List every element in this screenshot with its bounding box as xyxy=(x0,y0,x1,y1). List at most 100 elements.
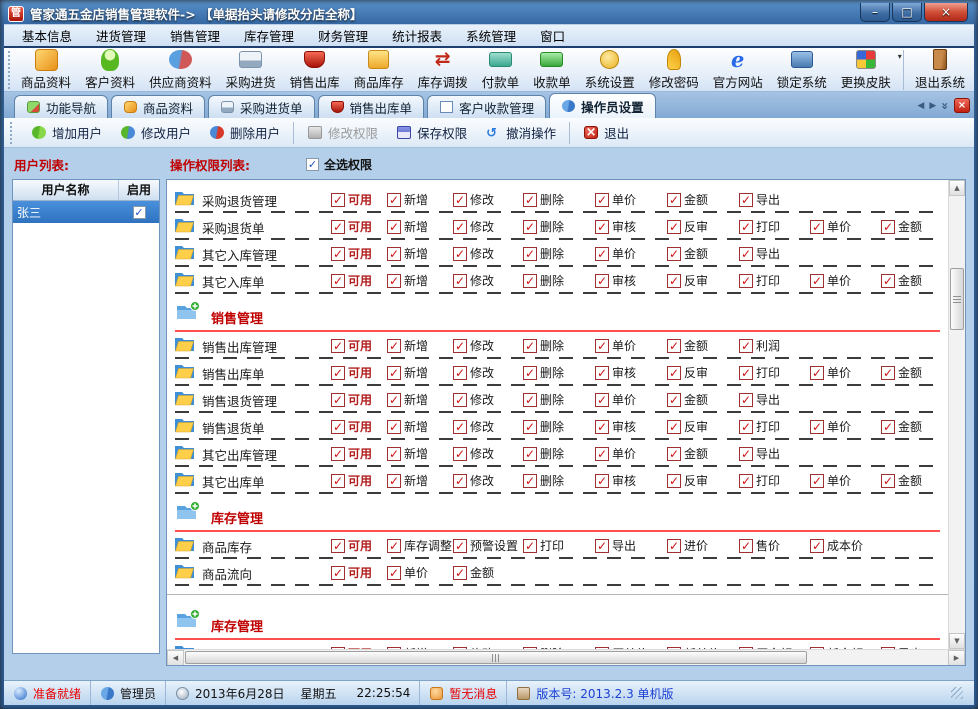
menu-item-基本信息[interactable]: 基本信息 xyxy=(10,24,84,47)
toolbar-button-销售出库[interactable]: 销售出库 xyxy=(283,48,347,92)
checkbox-checked-icon[interactable]: ✓ xyxy=(810,219,824,234)
menu-item-窗口[interactable]: 窗口 xyxy=(528,24,577,47)
permission-checkbox-可用[interactable]: ✓可用 xyxy=(331,445,372,462)
toolbar-button-采购进货[interactable]: 采购进货 xyxy=(219,48,283,92)
checkbox-checked-icon[interactable]: ✓ xyxy=(523,192,537,207)
menu-item-财务管理[interactable]: 财务管理 xyxy=(306,24,380,47)
permission-checkbox-打印[interactable]: ✓ 打印 xyxy=(739,472,780,489)
checkbox-checked-icon[interactable]: ✓ xyxy=(331,446,345,461)
checkbox-checked-icon[interactable]: ✓ xyxy=(595,365,609,380)
checkbox-checked-icon[interactable]: ✓ xyxy=(667,392,681,407)
permission-checkbox-可用[interactable]: ✓可用 xyxy=(331,191,372,208)
permission-checkbox-新增[interactable]: ✓新增 xyxy=(387,218,428,235)
checkbox-checked-icon[interactable]: ✓ xyxy=(523,473,537,488)
permission-checkbox-金额[interactable]: ✓ 金额 xyxy=(881,364,922,381)
minimize-button[interactable]: – xyxy=(860,2,890,22)
permission-checkbox-可用[interactable]: ✓可用 xyxy=(331,537,372,554)
scroll-down-icon[interactable]: ▼ xyxy=(949,633,965,649)
checkbox-checked-icon[interactable]: ✓ xyxy=(810,273,824,288)
user-name-column-header[interactable]: 用户名称 xyxy=(13,180,119,200)
checkbox-checked-icon[interactable]: ✓ xyxy=(810,538,824,553)
checkbox-checked-icon[interactable]: ✓ xyxy=(667,419,681,434)
checkbox-checked-icon[interactable]: ✓ xyxy=(667,192,681,207)
checkbox-checked-icon[interactable]: ✓ xyxy=(739,273,753,288)
checkbox-checked-icon[interactable]: ✓ xyxy=(523,538,537,553)
permission-checkbox-单价[interactable]: ✓ 单价 xyxy=(810,364,851,381)
checkbox-checked-icon[interactable]: ✓ xyxy=(881,365,895,380)
tab-销售出库单[interactable]: 销售出库单 xyxy=(317,95,425,118)
checkbox-checked-icon[interactable]: ✓ xyxy=(331,246,345,261)
tab-close-icon[interactable]: × xyxy=(954,98,970,113)
checkbox-checked-icon[interactable]: ✓ xyxy=(667,246,681,261)
permission-checkbox-删除[interactable]: ✓删除 xyxy=(523,272,564,289)
checkbox-checked-icon[interactable]: ✓ xyxy=(331,192,345,207)
action-button-撤消操作[interactable]: ↺ 撤消操作 xyxy=(476,120,565,145)
checkbox-checked-icon[interactable]: ✓ xyxy=(453,565,467,580)
action-button-删除用户[interactable]: 删除用户 xyxy=(200,120,289,145)
checkbox-checked-icon[interactable]: ✓ xyxy=(453,473,467,488)
tab-商品资料[interactable]: 商品资料 xyxy=(111,95,206,118)
checkbox-checked-icon[interactable]: ✓ xyxy=(667,446,681,461)
permission-checkbox-金额[interactable]: ✓ 金额 xyxy=(453,564,494,581)
menu-item-库存管理[interactable]: 库存管理 xyxy=(232,24,306,47)
permission-row[interactable]: 库存调拨管理✓可用✓新增✓修改✓删除✓原单价✓新单价✓原金额✓新金额✓导出 xyxy=(175,641,948,649)
permission-checkbox-单价[interactable]: ✓ 单价 xyxy=(810,218,851,235)
select-all-permissions[interactable]: ✓ 全选权限 xyxy=(306,156,372,173)
checkbox-checked-icon[interactable]: ✓ xyxy=(387,365,401,380)
permission-checkbox-审核[interactable]: ✓ 审核 xyxy=(595,472,636,489)
permission-row[interactable]: 销售出库单 ✓ 可用 ✓ 新增 ✓ 修改 ✓ 删除 ✓ 审核 ✓ 反审 ✓ 打印 ✓ 单价 ✓ 金额 xyxy=(175,360,948,387)
permission-checkbox-单价[interactable]: ✓ 单价 xyxy=(595,245,636,262)
permission-checkbox-新增[interactable]: ✓新增 xyxy=(387,364,428,381)
permission-checkbox-删除[interactable]: ✓删除 xyxy=(523,418,564,435)
menu-item-统计报表[interactable]: 统计报表 xyxy=(380,24,454,47)
permission-checkbox-单价[interactable]: ✓ 单价 xyxy=(387,564,428,581)
checkbox-checked-icon[interactable]: ✓ xyxy=(387,538,401,553)
toolbar-button-官方网站[interactable]: e 官方网站 xyxy=(706,48,770,92)
checkbox-checked-icon[interactable]: ✓ xyxy=(387,219,401,234)
permission-checkbox-可用[interactable]: ✓可用 xyxy=(331,245,372,262)
checkbox-checked-icon[interactable]: ✓ xyxy=(667,219,681,234)
checkbox-checked-icon[interactable]: ✓ xyxy=(881,473,895,488)
checkbox-checked-icon[interactable]: ✓ xyxy=(739,219,753,234)
checkbox-checked-icon[interactable]: ✓ xyxy=(387,446,401,461)
permission-checkbox-打印[interactable]: ✓ 打印 xyxy=(739,418,780,435)
permission-checkbox-利润[interactable]: ✓ 利润 xyxy=(739,337,780,354)
permission-checkbox-预警设置[interactable]: ✓ 预警设置 xyxy=(453,537,518,554)
permission-checkbox-金额[interactable]: ✓ 金额 xyxy=(667,191,708,208)
checkbox-checked-icon[interactable]: ✓ xyxy=(453,273,467,288)
checkbox-checked-icon[interactable]: ✓ xyxy=(387,273,401,288)
checkbox-checked-icon[interactable]: ✓ xyxy=(523,446,537,461)
horizontal-scrollbar[interactable]: ◀ ▶ xyxy=(167,649,965,665)
permission-checkbox-可用[interactable]: ✓可用 xyxy=(331,337,372,354)
checkbox-checked-icon[interactable]: ✓ xyxy=(523,219,537,234)
vertical-scrollbar[interactable]: ▲ ▼ xyxy=(948,180,965,649)
checkbox-checked-icon[interactable]: ✓ xyxy=(453,192,467,207)
permission-checkbox-金额[interactable]: ✓ 金额 xyxy=(667,245,708,262)
permission-checkbox-可用[interactable]: ✓可用 xyxy=(331,564,372,581)
toolbar-button-更换皮肤[interactable]: 更换皮肤 ▾ xyxy=(834,48,902,92)
tab-操作员设置[interactable]: 操作员设置 xyxy=(549,93,656,118)
tab-overflow-icon[interactable]: » xyxy=(938,102,952,110)
checkbox-checked-icon[interactable]: ✓ xyxy=(331,473,345,488)
action-button-修改权限[interactable]: 修改权限 xyxy=(298,120,387,145)
checkbox-checked-icon[interactable]: ✓ xyxy=(667,473,681,488)
permission-checkbox-删除[interactable]: ✓删除 xyxy=(523,364,564,381)
checkbox-checked-icon[interactable]: ✓ xyxy=(387,392,401,407)
permission-checkbox-新增[interactable]: ✓新增 xyxy=(387,418,428,435)
permission-checkbox-单价[interactable]: ✓ 单价 xyxy=(810,418,851,435)
checkbox-checked-icon[interactable]: ✓ xyxy=(331,365,345,380)
permission-checkbox-导出[interactable]: ✓导出 xyxy=(739,191,780,208)
checkbox-checked-icon[interactable]: ✓ xyxy=(331,273,345,288)
tab-客户收款管理[interactable]: 客户收款管理 xyxy=(427,95,547,118)
checkbox-checked-icon[interactable]: ✓ xyxy=(595,538,609,553)
permission-checkbox-反审[interactable]: ✓ 反审 xyxy=(667,218,708,235)
permission-checkbox-修改[interactable]: ✓修改 xyxy=(453,191,494,208)
checkbox-checked-icon[interactable]: ✓ xyxy=(595,192,609,207)
permission-checkbox-可用[interactable]: ✓可用 xyxy=(331,418,372,435)
permission-checkbox-金额[interactable]: ✓ 金额 xyxy=(667,337,708,354)
permission-checkbox-可用[interactable]: ✓可用 xyxy=(331,391,372,408)
tab-功能导航[interactable]: 功能导航 xyxy=(14,95,109,118)
checkbox-checked-icon[interactable]: ✓ xyxy=(739,446,753,461)
close-button[interactable]: × xyxy=(924,2,968,22)
checkbox-checked-icon[interactable]: ✓ xyxy=(595,446,609,461)
